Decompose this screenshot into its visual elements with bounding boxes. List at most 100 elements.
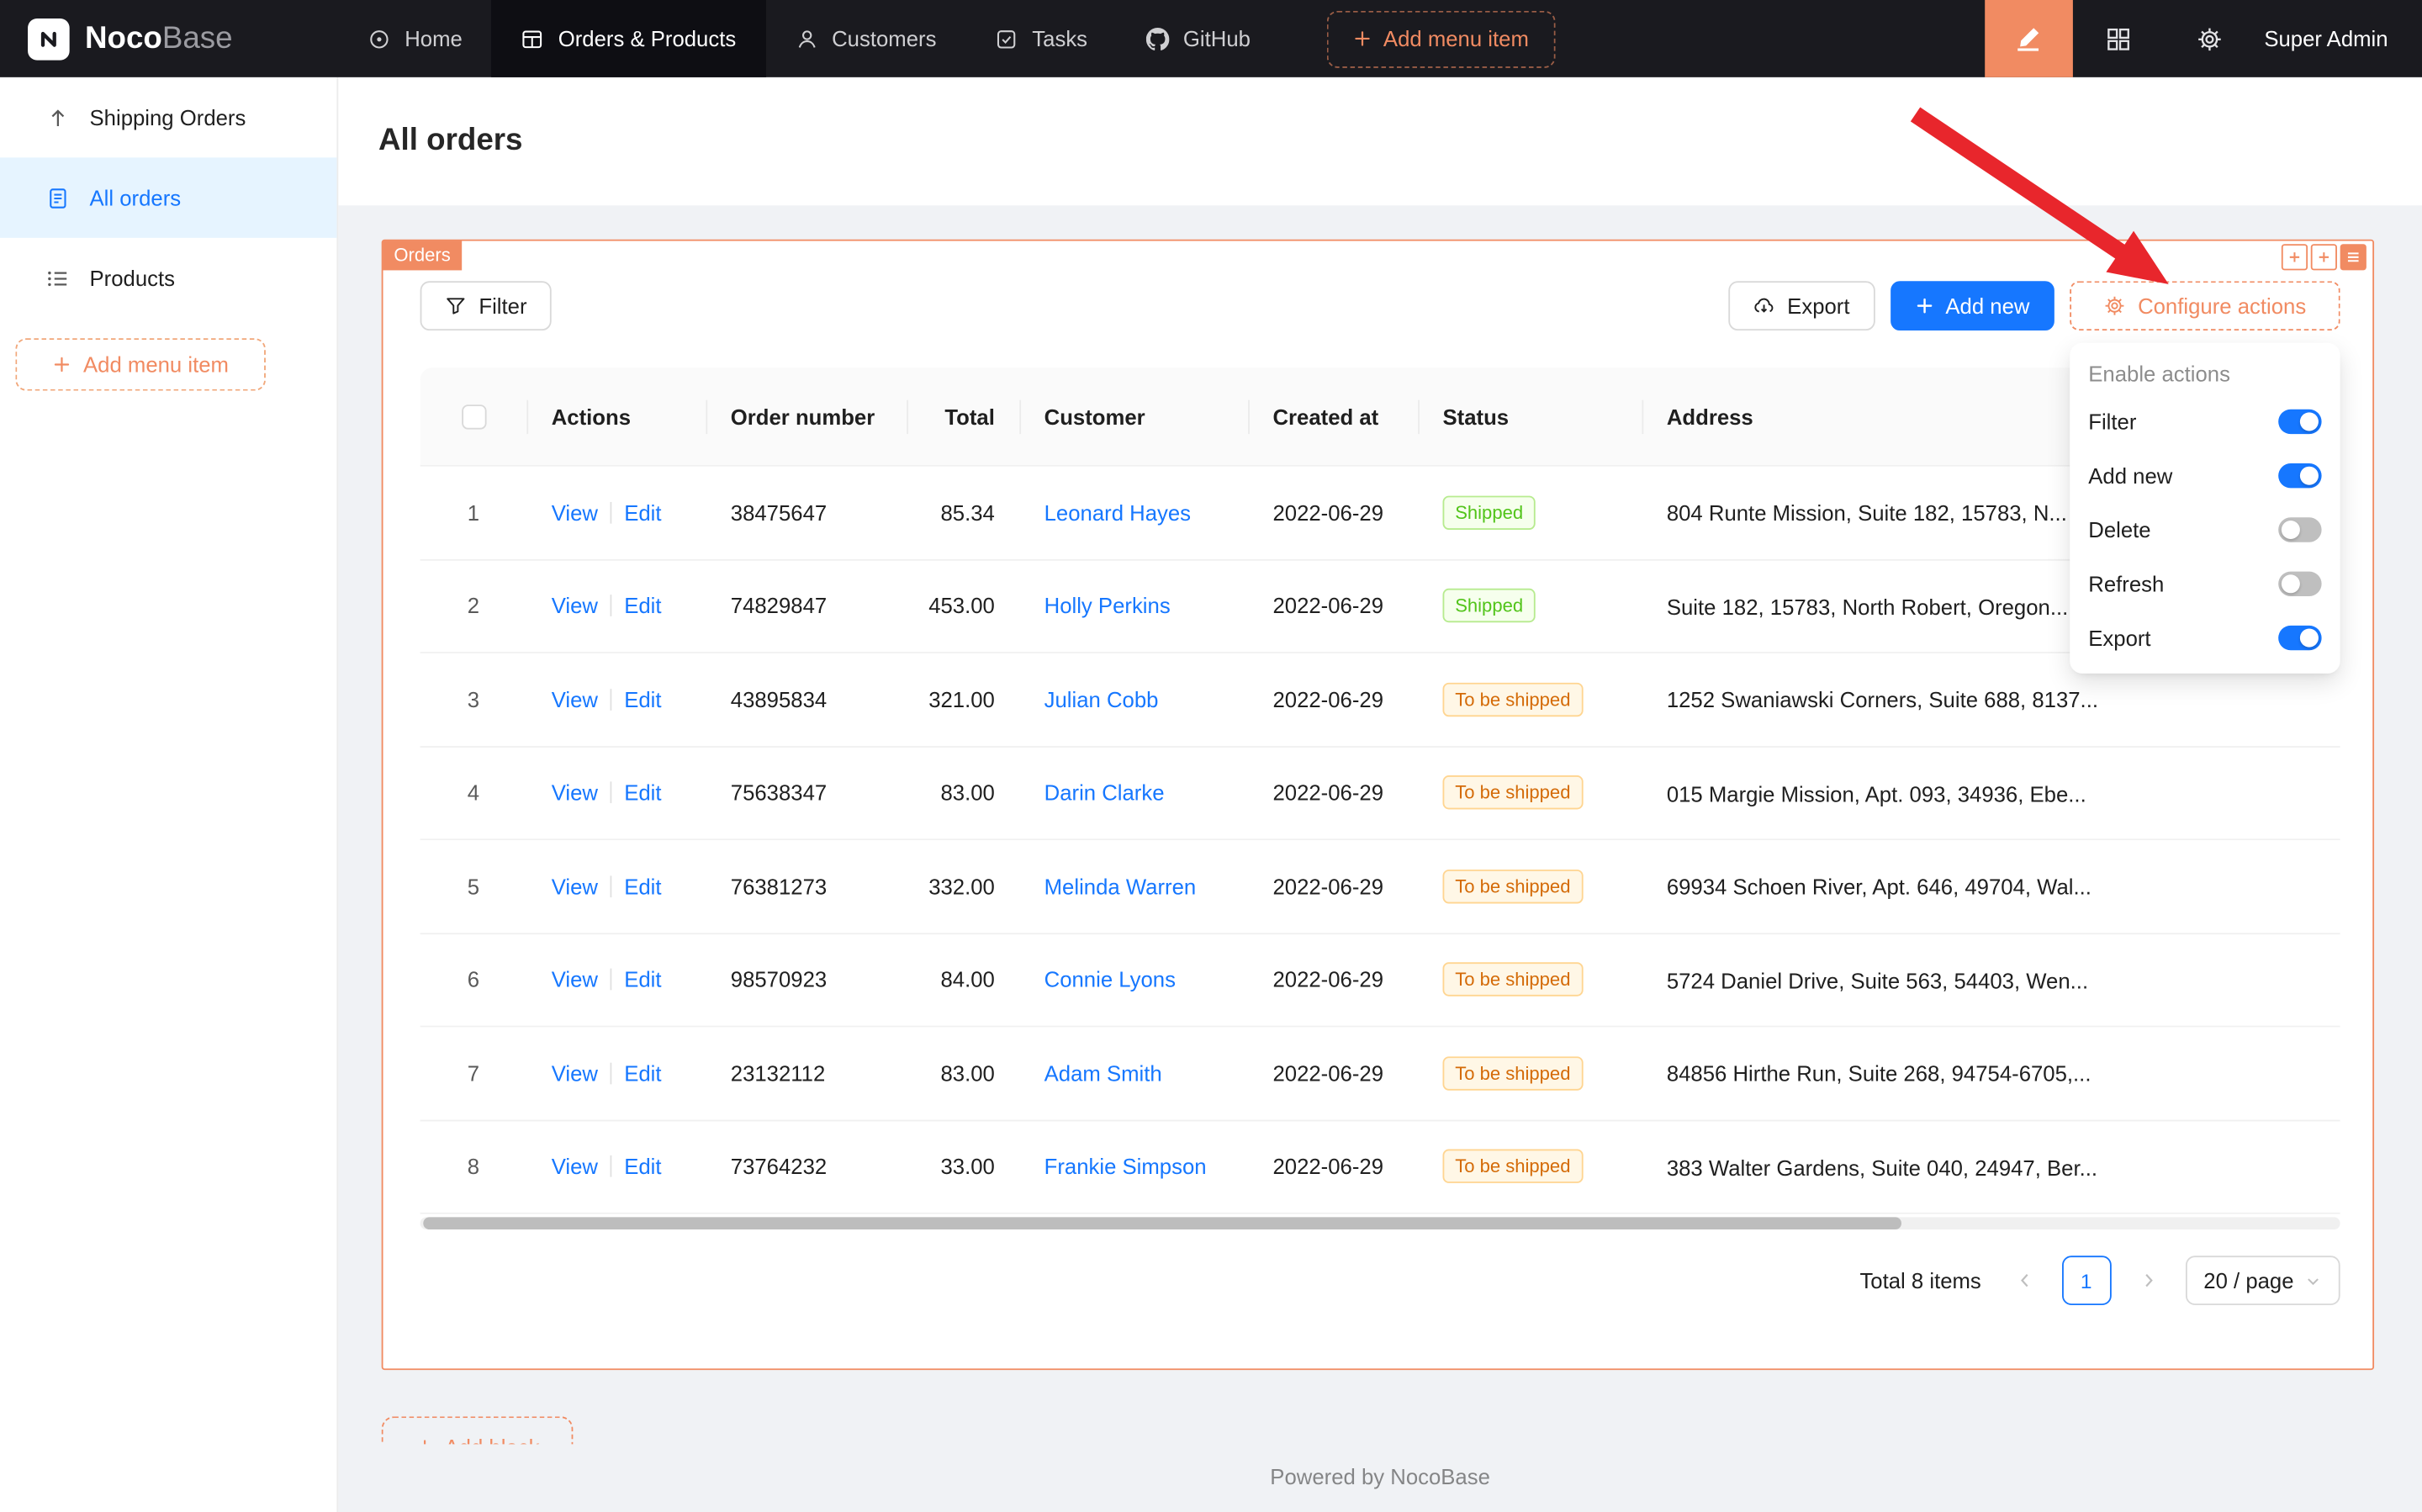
next-page-button[interactable] [2123,1256,2173,1305]
customer-link[interactable]: Leonard Hayes [1044,500,1191,525]
view-link[interactable]: View [552,500,598,525]
view-link[interactable]: View [552,780,598,805]
chevron-down-icon [2304,1272,2321,1289]
page-header: All orders [338,77,2422,205]
nav-item-home[interactable]: Home [338,0,491,77]
toggle-item-delete[interactable]: Delete [2070,502,2340,556]
view-link[interactable]: View [552,1060,598,1085]
sidebar-item-products[interactable]: Products [0,238,336,319]
plus-icon [1352,29,1371,48]
enable-actions-dropdown: Enable actions Filter Add new Delete Ref… [2070,343,2340,674]
table-row: 8 ViewEdit 73764232 33.00 Frankie Simpso… [420,1121,2340,1214]
highlighter-icon [2015,24,2043,52]
total: 84.00 [907,933,1019,1025]
add-new-toggle[interactable] [2278,463,2321,487]
total: 83.00 [907,747,1019,838]
dropdown-title: Enable actions [2070,351,2340,394]
home-icon [368,27,391,50]
address: 5724 Daniel Drive, Suite 563, 54403, Wen… [1642,933,2340,1025]
user-menu[interactable]: Super Admin [2255,26,2422,50]
edit-link[interactable]: Edit [624,1060,661,1085]
page-number-button[interactable]: 1 [2061,1256,2111,1305]
select-all-checkbox[interactable] [461,404,485,428]
export-button[interactable]: Export [1728,281,1875,330]
ui-editor-button[interactable] [1985,0,2073,77]
divider [611,1155,612,1177]
tasks-icon [995,27,1018,50]
plugin-manager-button[interactable] [2073,0,2164,77]
toggle-item-export[interactable]: Export [2070,611,2340,664]
block-settings-icon[interactable] [2340,244,2366,270]
edit-link[interactable]: Edit [624,967,661,991]
toggle-item-add-new[interactable]: Add new [2070,448,2340,502]
add-block-icon[interactable] [2311,244,2337,270]
settings-button[interactable] [2164,0,2255,77]
nav-item-customers[interactable]: Customers [765,0,965,77]
row-index: 6 [420,933,527,1025]
sidebar-item-all-orders[interactable]: All orders [0,157,336,238]
view-link[interactable]: View [552,874,598,898]
add-new-button[interactable]: Add new [1890,281,2054,330]
order-number: 74829847 [706,560,907,652]
customer-link[interactable]: Darin Clarke [1044,780,1165,805]
nav-item-github[interactable]: GitHub [1117,0,1280,77]
delete-toggle[interactable] [2278,516,2321,541]
customer-link[interactable]: Holly Perkins [1044,594,1171,618]
created-at: 2022-06-29 [1248,1027,1418,1118]
toggle-item-refresh[interactable]: Refresh [2070,556,2340,610]
customer-link[interactable]: Connie Lyons [1044,967,1176,991]
nav-item-tasks[interactable]: Tasks [965,0,1117,77]
toggle-item-filter[interactable]: Filter [2070,394,2340,447]
edit-link[interactable]: Edit [624,780,661,805]
sidebar-item-shipping-orders[interactable]: Shipping Orders [0,77,336,158]
view-link[interactable]: View [552,594,598,618]
view-link[interactable]: View [552,687,598,711]
view-link[interactable]: View [552,967,598,991]
status-badge: To be shipped [1443,963,1584,997]
customer-link[interactable]: Melinda Warren [1044,874,1197,898]
customer-link[interactable]: Adam Smith [1044,1060,1162,1085]
page-size-select[interactable]: 20 / page [2185,1256,2340,1305]
plus-icon [1915,297,1933,315]
edit-link[interactable]: Edit [624,500,661,525]
app-window: NocoBase Home Orders & Products Customer… [0,0,2422,1512]
edit-link[interactable]: Edit [624,687,661,711]
created-at: 2022-06-29 [1248,467,1418,558]
order-number: 76381273 [706,840,907,932]
col-order-number: Order number [706,367,907,465]
total: 83.00 [907,1027,1019,1118]
scrollbar-thumb[interactable] [423,1217,1901,1229]
add-block-button[interactable]: Add block [382,1416,574,1444]
status-badge: Shipped [1443,495,1536,529]
view-link[interactable]: View [552,1154,598,1178]
sidebar-add-menu-item-button[interactable]: Add menu item [15,338,266,390]
filter-button[interactable]: Filter [420,281,552,330]
created-at: 2022-06-29 [1248,560,1418,652]
edit-link[interactable]: Edit [624,594,661,618]
nav-add-menu-item-button[interactable]: Add menu item [1326,10,1555,67]
address: 69934 Schoen River, Apt. 646, 49704, Wal… [1642,840,2340,932]
table-row: 5 ViewEdit 76381273 332.00 Melinda Warre… [420,840,2340,933]
customer-link[interactable]: Julian Cobb [1044,687,1159,711]
order-number: 23132112 [706,1027,907,1118]
add-column-icon[interactable] [2282,244,2308,270]
created-at: 2022-06-29 [1248,933,1418,1025]
edit-link[interactable]: Edit [624,1154,661,1178]
configure-actions-button[interactable]: Configure actions [2070,281,2340,330]
arrow-up-icon [46,106,70,130]
row-index: 1 [420,467,527,558]
github-icon [1146,27,1170,50]
nav-item-orders-products[interactable]: Orders & Products [492,0,765,77]
refresh-toggle[interactable] [2278,571,2321,595]
customers-icon [795,27,818,50]
sidebar: Shipping Orders All orders Products Add … [0,77,338,1512]
plus-icon [415,1438,434,1444]
export-toggle[interactable] [2278,625,2321,649]
customer-link[interactable]: Frankie Simpson [1044,1154,1207,1178]
filter-toggle[interactable] [2278,409,2321,433]
edit-link[interactable]: Edit [624,874,661,898]
created-at: 2022-06-29 [1248,1121,1418,1213]
pagination-total: Total 8 items [1859,1268,1980,1293]
prev-page-button[interactable] [2000,1256,2049,1305]
list-icon [46,267,70,290]
